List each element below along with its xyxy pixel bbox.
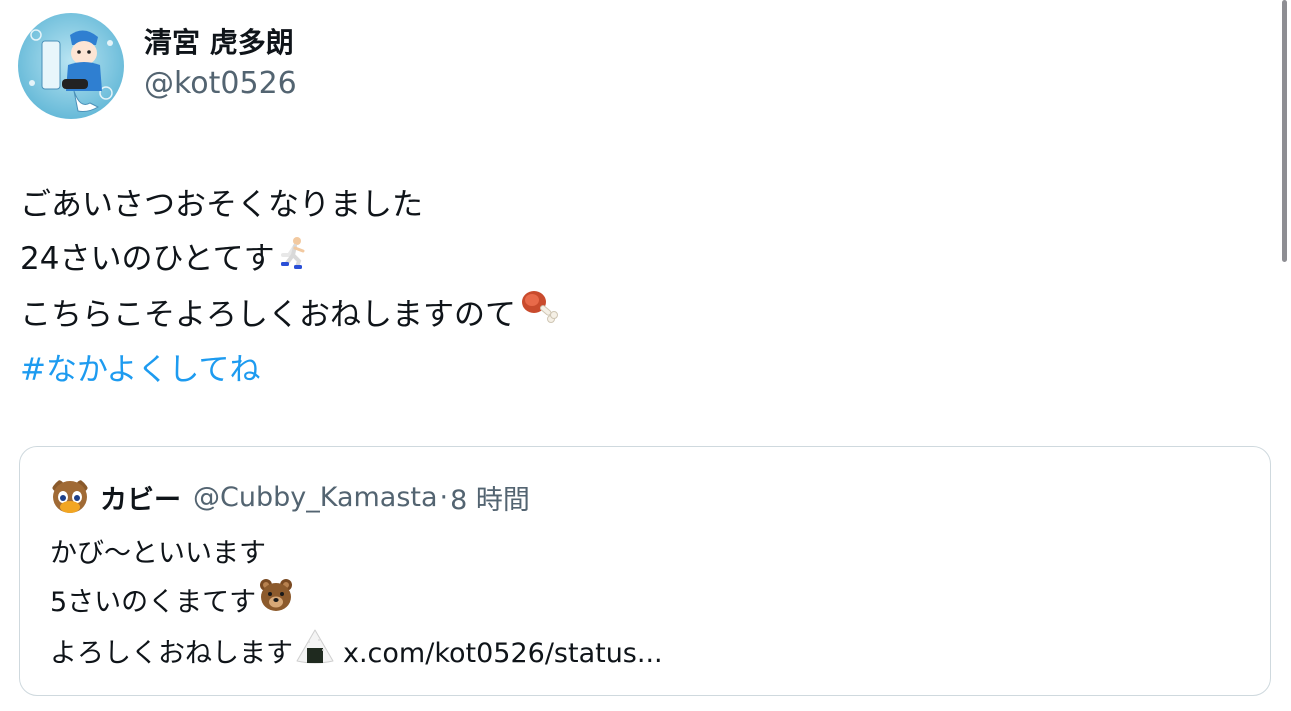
tweet-body: ごあいさつおそくなりました 24さいのひとてす こちらこそよろしくおねしますのて <box>20 178 558 397</box>
meat-on-bone-icon <box>518 286 558 343</box>
author-names: 清宮 虎多朗 @kot0526 <box>144 23 297 105</box>
quote-timestamp[interactable]: 8 時間 <box>450 478 530 517</box>
tweet-page: 清宮 虎多朗 @kot0526 ごあいさつおそくなりました 24さいのひとてす <box>0 0 1291 711</box>
quote-line-text: 5さいのくまてす <box>50 587 257 618</box>
quote-author-header: カビー @Cubby_Kamasta · 8 時間 <box>50 477 530 517</box>
quote-author-handle[interactable]: @Cubby_Kamasta <box>193 482 438 513</box>
quote-line-text: よろしくおねします <box>50 638 293 669</box>
tweet-line: こちらこそよろしくおねしますのて <box>20 286 558 343</box>
quote-author-avatar[interactable] <box>50 477 90 517</box>
author-display-name[interactable]: 清宮 虎多朗 <box>144 23 297 63</box>
quote-line: 5さいのくまてす <box>50 577 663 628</box>
quote-body: かび〜といいます 5さいのくまてす よろしくおねします x.com/kot052… <box>50 530 663 679</box>
quote-author-display-name[interactable]: カビー <box>100 478 181 517</box>
tweet-line: ごあいさつおそくなりました <box>20 178 558 232</box>
author-avatar[interactable] <box>18 13 124 119</box>
hashtag-link[interactable]: #なかよくしてね <box>20 343 261 397</box>
quote-separator: · <box>439 481 449 513</box>
quote-line: よろしくおねします x.com/kot0526/status... <box>50 628 663 679</box>
scrollbar[interactable] <box>1282 0 1287 262</box>
tweet-line-text: 24さいのひとてす <box>20 241 275 277</box>
tweet-author-header: 清宮 虎多朗 @kot0526 <box>18 13 297 119</box>
bear-mascot-avatar <box>50 477 90 517</box>
author-handle[interactable]: @kot0526 <box>144 63 297 105</box>
person-running-icon <box>277 232 311 286</box>
quoted-tweet-card[interactable]: カビー @Cubby_Kamasta · 8 時間 かび〜といいます 5さいのく… <box>19 446 1271 696</box>
tweet-line-text: ごあいさつおそくなりました <box>20 187 423 223</box>
tweet-line: 24さいのひとてす <box>20 232 558 286</box>
avatar-baseball-illustration <box>18 13 124 119</box>
tweet-line: #なかよくしてね <box>20 343 558 397</box>
tweet-line-text: こちらこそよろしくおねしますのて <box>20 296 516 333</box>
quote-line: かび〜といいます <box>50 530 663 577</box>
rice-ball-icon <box>295 628 335 679</box>
quote-status-link[interactable]: x.com/kot0526/status... <box>343 630 663 677</box>
bear-face-icon <box>258 577 294 628</box>
quote-line-text: かび〜といいます <box>50 538 266 569</box>
